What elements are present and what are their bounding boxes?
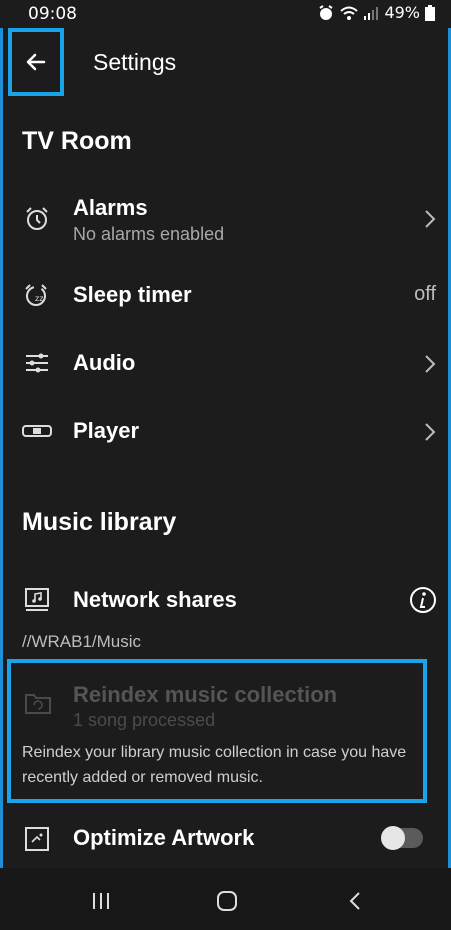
alarms-sub: No alarms enabled [73, 224, 225, 244]
sleep-timer-icon: zz [22, 281, 52, 311]
folder-refresh-icon [24, 690, 52, 720]
optimize-artwork-label: Optimize Artwork [73, 825, 255, 850]
sleep-timer-row[interactable]: zz Sleep timer off [0, 272, 451, 320]
info-icon[interactable] [409, 586, 437, 614]
chevron-left-icon [349, 892, 360, 910]
network-shares-label: Network shares [73, 587, 237, 612]
navigation-bar [0, 868, 451, 930]
sliders-icon [22, 348, 52, 378]
arrow-left-icon [26, 53, 46, 71]
sleep-timer-value: off [414, 283, 436, 305]
sleep-timer-label: Sleep timer [73, 282, 192, 307]
alarms-label: Alarms [73, 195, 148, 220]
toggle-knob [381, 826, 405, 850]
home-icon [217, 891, 237, 911]
alarm-clock-icon [22, 204, 52, 234]
alarms-row[interactable]: Alarms No alarms enabled [0, 190, 451, 252]
status-bar: 09:08 49% [0, 0, 451, 28]
home-button[interactable] [212, 886, 242, 916]
status-icons: 49% [317, 3, 435, 22]
system-back-button[interactable] [340, 886, 370, 916]
svg-text:zz: zz [35, 294, 43, 303]
battery-percent: 49% [384, 3, 420, 22]
chevron-right-icon [425, 355, 436, 373]
signal-status-icon [364, 6, 379, 20]
player-row[interactable]: Player [0, 408, 451, 456]
frame-left-border [0, 0, 3, 930]
folder-music-icon [22, 584, 52, 614]
network-shares-row[interactable]: Network shares [0, 576, 451, 624]
chevron-right-icon [425, 423, 436, 441]
battery-icon [425, 4, 435, 21]
recent-apps-icon [93, 893, 109, 909]
recent-apps-button[interactable] [86, 886, 116, 916]
page-title: Settings [93, 49, 177, 75]
audio-label: Audio [73, 350, 136, 375]
wifi-status-icon [340, 6, 359, 20]
room-header: TV Room [22, 127, 132, 155]
network-share-path: //WRAB1/Music [22, 632, 142, 651]
status-time: 09:08 [28, 4, 77, 24]
audio-row[interactable]: Audio [0, 340, 451, 388]
artwork-icon [22, 824, 52, 854]
reindex-label: Reindex music collection [73, 682, 338, 707]
player-label: Player [73, 418, 140, 443]
music-library-header: Music library [22, 508, 177, 536]
reindex-sub: 1 song processed [73, 710, 216, 730]
optimize-artwork-toggle[interactable] [381, 826, 423, 850]
reindex-description: Reindex your library music collection in… [22, 744, 407, 786]
back-button[interactable] [8, 28, 64, 96]
player-icon [22, 416, 52, 446]
alarm-status-icon [319, 4, 333, 20]
chevron-right-icon [425, 210, 436, 228]
